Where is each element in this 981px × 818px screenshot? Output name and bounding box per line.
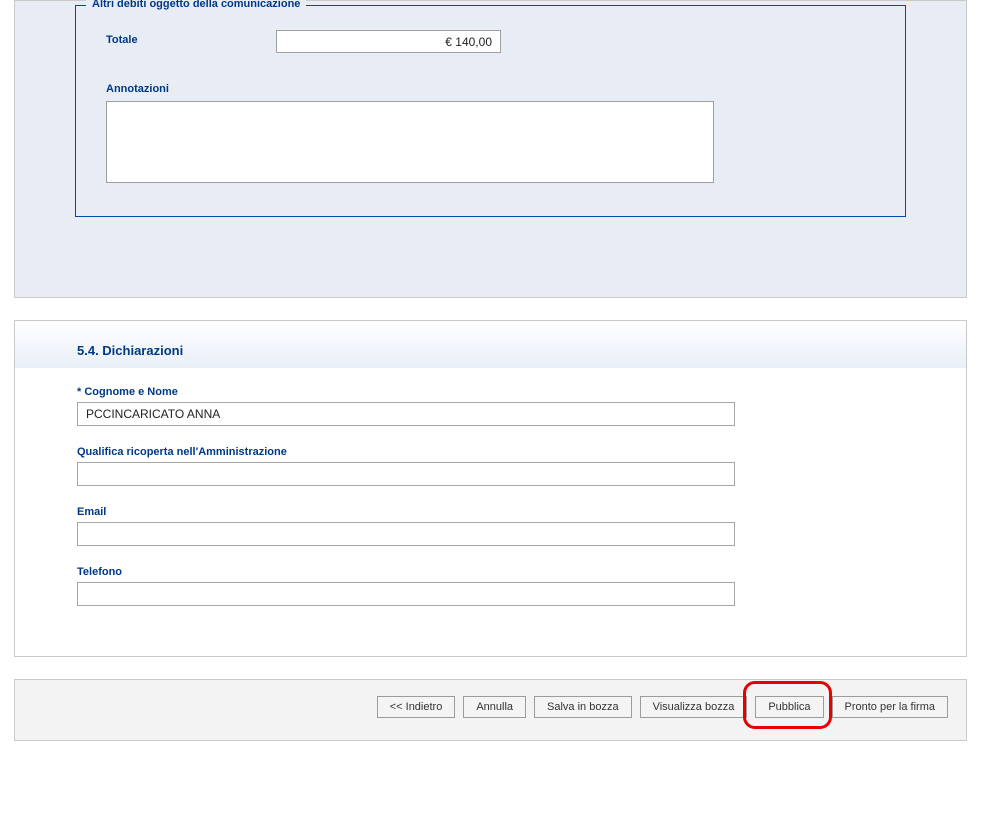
row-totale: Totale [106, 30, 875, 53]
input-totale[interactable] [276, 30, 501, 53]
view-draft-button[interactable]: Visualizza bozza [640, 696, 748, 718]
input-cognome[interactable] [77, 402, 735, 426]
input-telefono[interactable] [77, 582, 735, 606]
input-qualifica[interactable] [77, 462, 735, 486]
save-draft-button[interactable]: Salva in bozza [534, 696, 632, 718]
publish-button[interactable]: Pubblica [755, 696, 823, 718]
label-telefono: Telefono [77, 566, 904, 578]
section-header: 5.4. Dichiarazioni [15, 321, 966, 368]
form-body: * Cognome e Nome Qualifica ricoperta nel… [15, 368, 966, 606]
panel-altri-debiti: Altri debiti oggetto della comunicazione… [14, 0, 967, 298]
field-qualifica: Qualifica ricoperta nell'Amministrazione [77, 446, 904, 486]
back-button[interactable]: << Indietro [377, 696, 456, 718]
label-annotazioni: Annotazioni [106, 83, 875, 95]
section-title: 5.4. Dichiarazioni [77, 343, 966, 358]
field-email: Email [77, 506, 904, 546]
fieldset-legend: Altri debiti oggetto della comunicazione [86, 0, 306, 10]
footer-actions: << Indietro Annulla Salva in bozza Visua… [14, 679, 967, 741]
row-annotazioni: Annotazioni [106, 83, 875, 186]
textarea-annotazioni[interactable] [106, 101, 714, 183]
cancel-button[interactable]: Annulla [463, 696, 526, 718]
textarea-wrap [106, 101, 714, 186]
label-qualifica: Qualifica ricoperta nell'Amministrazione [77, 446, 904, 458]
field-telefono: Telefono [77, 566, 904, 606]
fieldset-altri-debiti: Altri debiti oggetto della comunicazione… [75, 5, 906, 217]
input-email[interactable] [77, 522, 735, 546]
label-cognome: * Cognome e Nome [77, 386, 904, 398]
label-email: Email [77, 506, 904, 518]
ready-sign-button[interactable]: Pronto per la firma [832, 696, 948, 718]
panel-dichiarazioni: 5.4. Dichiarazioni * Cognome e Nome Qual… [14, 320, 967, 657]
label-totale: Totale [106, 30, 276, 46]
field-cognome: * Cognome e Nome [77, 386, 904, 426]
page-root: Altri debiti oggetto della comunicazione… [0, 0, 981, 741]
